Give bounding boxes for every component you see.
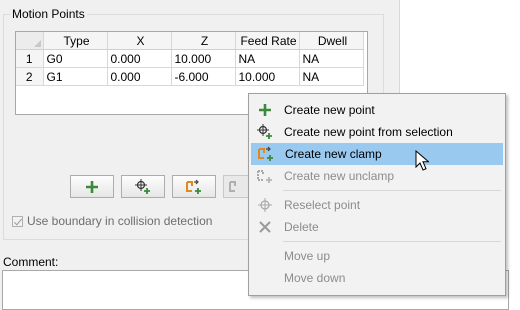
context-menu: Create new point Create new point from s… (248, 93, 506, 296)
plus-icon (86, 180, 98, 193)
menu-item-create-new-point[interactable]: Create new point (251, 99, 503, 121)
unclamp-icon (229, 180, 236, 192)
menu-item-create-point-from-selection[interactable]: Create new point from selection (251, 121, 503, 143)
menu-separator (283, 241, 501, 242)
add-point-from-selection-button[interactable] (121, 175, 165, 198)
cell-z[interactable]: -6.000 (171, 67, 236, 86)
column-header-x[interactable]: X (107, 32, 172, 50)
add-point-button[interactable] (70, 175, 114, 198)
column-header-dwell[interactable]: Dwell (299, 32, 364, 50)
clamp-icon (258, 146, 273, 161)
menu-item-label: Move down (284, 271, 346, 285)
column-header-z[interactable]: Z (171, 32, 236, 50)
boundary-checkbox-label: Use boundary in collision detection (27, 214, 213, 228)
cell-dwell[interactable]: NA (299, 67, 364, 86)
menu-item-label: Create new point from selection (284, 125, 453, 139)
menu-item-reselect-point[interactable]: Reselect point (251, 194, 503, 216)
point-from-selection-icon (135, 178, 150, 194)
cell-x[interactable]: 0.000 (107, 49, 172, 68)
delete-icon (259, 221, 271, 233)
unclamp-icon (257, 170, 272, 183)
boundary-checkbox-row[interactable]: Use boundary in collision detection (12, 214, 212, 228)
menu-item-label: Move up (284, 249, 331, 263)
comment-label: Comment: (3, 255, 59, 269)
cell-z[interactable]: 10.000 (171, 49, 236, 68)
menu-item-label: Delete (284, 220, 319, 234)
add-unclamp-button[interactable] (223, 175, 249, 198)
cell-type[interactable]: G1 (43, 67, 108, 86)
menu-item-move-up[interactable]: Move up (251, 245, 503, 267)
menu-separator (283, 190, 501, 191)
menu-item-label: Create new unclamp (284, 169, 395, 183)
point-from-selection-icon (257, 124, 272, 139)
boundary-checkbox[interactable] (12, 215, 23, 227)
row-number[interactable]: 1 (16, 49, 44, 68)
table-header-row: Type X Z Feed Rate Dwell (16, 32, 364, 50)
menu-item-move-down[interactable]: Move down (251, 267, 503, 289)
table-corner[interactable] (16, 32, 44, 50)
cell-feed-rate[interactable]: NA (235, 49, 300, 68)
menu-item-create-new-clamp[interactable]: Create new clamp (251, 143, 503, 165)
crosshair-icon (258, 198, 272, 212)
mouse-cursor-icon (415, 150, 429, 171)
cell-type[interactable]: G0 (43, 49, 108, 68)
column-header-type[interactable]: Type (43, 32, 108, 50)
column-header-feed-rate[interactable]: Feed Rate (235, 32, 300, 50)
menu-item-create-new-unclamp[interactable]: Create new unclamp (251, 165, 503, 187)
cell-dwell[interactable]: NA (299, 49, 364, 68)
clamp-icon (186, 179, 201, 194)
plus-icon (259, 104, 271, 116)
cell-x[interactable]: 0.000 (107, 67, 172, 86)
menu-item-label: Create new point (284, 103, 375, 117)
menu-item-label: Create new clamp (285, 147, 382, 161)
cell-feed-rate[interactable]: 10.000 (235, 67, 300, 86)
menu-item-label: Reselect point (284, 198, 361, 212)
add-clamp-button[interactable] (172, 175, 216, 198)
table-row[interactable]: 1 G0 0.000 10.000 NA NA (16, 49, 364, 68)
menu-item-delete[interactable]: Delete (251, 216, 503, 238)
motion-points-title: Motion Points (10, 7, 87, 21)
table-row[interactable]: 2 G1 0.000 -6.000 10.000 NA (16, 67, 364, 86)
row-number[interactable]: 2 (16, 67, 44, 86)
